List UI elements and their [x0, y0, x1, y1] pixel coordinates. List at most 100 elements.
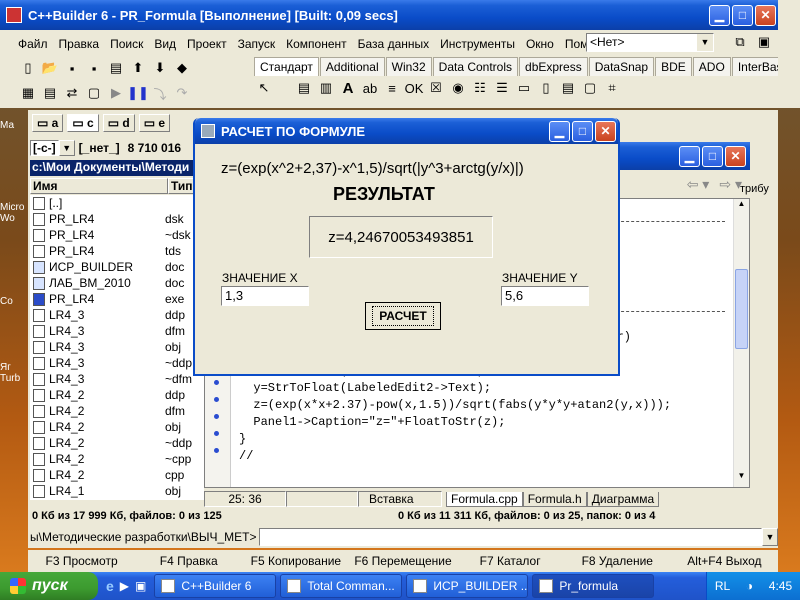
remove-from-project-icon[interactable]: ⬇ — [150, 58, 170, 78]
label-component-icon[interactable]: A — [338, 78, 358, 98]
breakpoint-dot-icon[interactable] — [214, 380, 219, 385]
palette-tab-7[interactable]: ADO — [692, 57, 731, 76]
memo-component-icon[interactable]: ≡ — [382, 78, 402, 98]
pause-icon[interactable]: ❚❚ — [127, 83, 149, 103]
trace-into-icon[interactable]: ⤵ — [150, 83, 170, 103]
file-row[interactable]: LR4_2 ~cpp — [30, 451, 205, 467]
file-row[interactable]: [..] — [30, 195, 205, 211]
chevron-down-icon[interactable]: ▼ — [697, 34, 713, 51]
chevron-down-icon[interactable]: ▼ — [58, 140, 75, 156]
file-row[interactable]: LR4_3 ddp — [30, 307, 205, 323]
editor-tab-0[interactable]: Formula.cpp — [446, 491, 523, 507]
file-row[interactable]: LR4_2 ddp — [30, 387, 205, 403]
fkey-button-5[interactable]: F8 Удаление — [564, 554, 671, 568]
ie-icon[interactable]: e — [106, 578, 114, 594]
calc-button[interactable]: РАСЧЕТ — [365, 302, 441, 330]
drive-button-e[interactable]: ▭ e — [138, 114, 171, 132]
palette-tab-0[interactable]: Стандарт — [254, 57, 319, 76]
fkey-button-0[interactable]: F3 Просмотр — [28, 554, 135, 568]
view-forms-icon[interactable]: ▦ — [18, 83, 38, 103]
panel-component-icon[interactable]: ▢ — [580, 78, 600, 98]
fkey-button-6[interactable]: Alt+F4 Выход — [671, 554, 778, 568]
scroll-down-icon[interactable]: ▼ — [734, 471, 749, 487]
config-select[interactable]: <Нет> ▼ — [586, 33, 714, 52]
palette-tab-1[interactable]: Additional — [319, 57, 385, 76]
taskbar-item-2[interactable]: ИСР_BUILDER ... — [406, 574, 529, 598]
step-over-icon[interactable]: ↷ — [172, 83, 192, 103]
scroll-up-icon[interactable]: ▲ — [734, 199, 749, 215]
desktop-icon-label-2[interactable]: Micro Wo — [0, 202, 30, 224]
editor-tab-1[interactable]: Formula.h — [522, 491, 587, 507]
desktop-icon-label-4[interactable]: Яг Turb — [0, 362, 30, 384]
close-button[interactable]: ✕ — [725, 145, 746, 167]
breakpoint-dot-icon[interactable] — [214, 397, 219, 402]
editor-tab-2[interactable]: Диаграмма — [586, 491, 660, 507]
maximize-button[interactable]: □ — [572, 120, 593, 142]
radio-component-icon[interactable]: ◉ — [448, 78, 468, 98]
palette-tab-4[interactable]: dbExpress — [519, 57, 588, 76]
new-icon[interactable]: ▯ — [18, 58, 38, 78]
breakpoint-dot-icon[interactable] — [214, 448, 219, 453]
form-titlebar[interactable]: РАСЧЕТ ПО ФОРМУЛЕ ▁ □ ✕ — [195, 118, 618, 144]
open-icon[interactable]: 📂 — [40, 58, 60, 78]
forward-arrow-icon[interactable]: ⇨ ▾ — [719, 176, 742, 193]
palette-tab-2[interactable]: Win32 — [385, 57, 432, 76]
drive-button-d[interactable]: ▭ d — [102, 114, 135, 132]
menu-item-0[interactable]: Файл — [18, 37, 48, 51]
media-player-icon[interactable]: ▶ — [120, 579, 129, 593]
file-row[interactable]: PR_LR4 exe — [30, 291, 205, 307]
file-row[interactable]: LR4_2 ~ddp — [30, 435, 205, 451]
start-button[interactable]: пуск — [0, 572, 98, 600]
file-row[interactable]: LR4_3 dfm — [30, 323, 205, 339]
minimize-button[interactable]: ▁ — [679, 145, 700, 167]
button-component-icon[interactable]: OK — [404, 78, 424, 98]
desktop-icon-label-1[interactable]: Ма — [0, 120, 14, 131]
editor-vscrollbar[interactable]: ▲ ▼ — [733, 199, 749, 487]
groupbox-component-icon[interactable]: ▯ — [536, 78, 556, 98]
file-row[interactable]: LR4_3 ~ddp — [30, 355, 205, 371]
close-button[interactable]: ✕ — [595, 120, 616, 142]
taskbar-item-3[interactable]: Pr_formula — [532, 574, 655, 598]
menu-item-6[interactable]: Компонент — [286, 37, 347, 51]
back-arrow-icon[interactable]: ⇦ ▾ — [687, 176, 710, 193]
palette-tab-8[interactable]: InterBase — [731, 57, 778, 76]
menu-item-9[interactable]: Окно — [526, 37, 554, 51]
combobox-component-icon[interactable]: ☰ — [492, 78, 512, 98]
minimize-button[interactable]: ▁ — [549, 120, 570, 142]
main-menu-icon[interactable]: ▥ — [316, 78, 336, 98]
palette-tab-3[interactable]: Data Controls — [432, 57, 519, 76]
file-row[interactable]: PR_LR4 dsk — [30, 211, 205, 227]
y-input[interactable]: 5,6 — [501, 286, 589, 306]
menu-item-4[interactable]: Проект — [187, 37, 227, 51]
open-project-icon[interactable]: ▤ — [106, 58, 126, 78]
frames-icon[interactable]: ▤ — [294, 78, 314, 98]
drive-selector[interactable]: [-c-] — [30, 140, 59, 156]
language-indicator[interactable]: RL — [715, 579, 730, 593]
file-row[interactable]: LR4_3 obj — [30, 339, 205, 355]
maximize-button[interactable]: □ — [732, 4, 753, 26]
current-path[interactable]: c:\Мои Документы\Методи — [30, 160, 205, 176]
file-row[interactable]: LR4_2 obj — [30, 419, 205, 435]
help-icon[interactable]: ◆ — [172, 58, 192, 78]
fkey-button-1[interactable]: F4 Правка — [135, 554, 242, 568]
view-unit-button[interactable]: ▣ — [754, 32, 776, 52]
actionlist-component-icon[interactable]: ⌗ — [602, 78, 622, 98]
scroll-thumb[interactable] — [735, 269, 748, 349]
drive-button-c[interactable]: ▭ c — [67, 114, 99, 132]
menu-item-2[interactable]: Поиск — [110, 37, 143, 51]
show-desktop-icon[interactable]: ▣ — [135, 579, 146, 593]
x-input[interactable]: 1,3 — [221, 286, 309, 306]
fkey-button-4[interactable]: F7 Каталог — [457, 554, 564, 568]
save-all-icon[interactable]: ▪ — [84, 58, 104, 78]
run-icon[interactable]: ▶ — [106, 83, 126, 103]
save-icon[interactable]: ▪ — [62, 58, 82, 78]
menu-item-1[interactable]: Правка — [59, 37, 100, 51]
view-units-icon[interactable]: ▤ — [40, 83, 60, 103]
volume-icon[interactable]: ◑ — [746, 579, 753, 593]
palette-tab-5[interactable]: DataSnap — [588, 57, 655, 76]
pointer-icon[interactable]: ↖ — [254, 78, 274, 98]
file-row[interactable]: LR4_1 obj — [30, 483, 205, 499]
menu-item-7[interactable]: База данных — [358, 37, 429, 51]
drive-button-a[interactable]: ▭ a — [32, 114, 64, 132]
file-row[interactable]: PR_LR4 tds — [30, 243, 205, 259]
